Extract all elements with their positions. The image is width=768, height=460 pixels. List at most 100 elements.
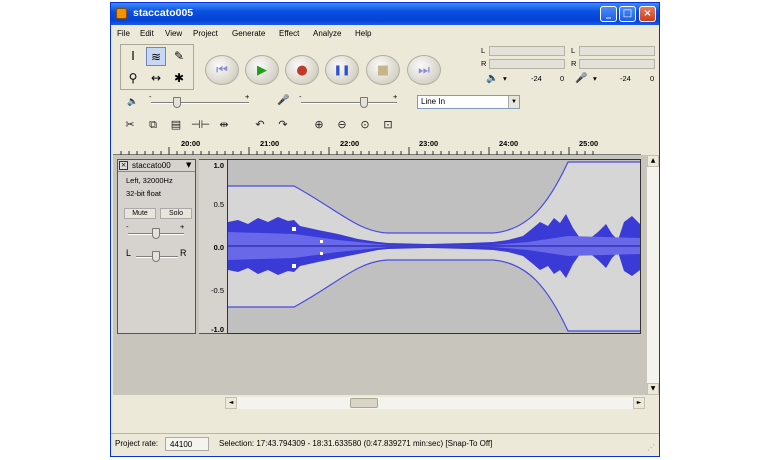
play-meter-right	[489, 59, 565, 69]
output-volume-slider[interactable]	[151, 102, 249, 104]
app-icon	[116, 8, 127, 19]
pan-left-label: L	[126, 248, 132, 258]
skip-end-icon: ⏭	[418, 63, 430, 78]
gain-slider-thumb[interactable]	[152, 228, 160, 239]
timeline-ruler[interactable]: 20:00 21:00 22:00 23:00 24:00 25:00	[113, 138, 641, 155]
output-slider-max: +	[245, 92, 250, 101]
close-button[interactable]: ×	[639, 6, 656, 22]
timeshift-tool-icon[interactable]: ↔	[146, 69, 166, 88]
amp-label-0: 0.0	[213, 243, 224, 252]
track-name[interactable]: staccato00	[132, 161, 171, 170]
pause-icon: ❚❚	[333, 65, 351, 76]
solo-button[interactable]: Solo	[160, 208, 192, 219]
copy-icon[interactable]: ⧉	[144, 116, 162, 133]
draw-tool-icon[interactable]: ✎	[169, 47, 189, 66]
project-rate-field[interactable]: 44100	[165, 437, 209, 451]
gain-minus-label: -	[126, 222, 129, 231]
rec-scale-0: 0	[650, 74, 655, 83]
fit-project-icon[interactable]: ⊡	[379, 116, 397, 133]
skip-end-button[interactable]: ⏭	[407, 55, 441, 85]
scroll-up-button[interactable]: ▲	[647, 155, 659, 167]
ruler-label-2000: 20:00	[181, 139, 201, 148]
input-source-select[interactable]: Line In ▼	[417, 95, 520, 109]
play-scale-24: -24	[531, 74, 542, 83]
menu-file[interactable]: File	[117, 29, 130, 38]
record-icon: ●	[296, 63, 308, 78]
amp-label-1: 1.0	[213, 161, 224, 170]
input-volume-slider[interactable]	[301, 102, 397, 104]
stop-icon: ■	[376, 63, 390, 78]
record-button[interactable]: ●	[285, 55, 319, 85]
amp-label-neg05: -0.5	[211, 286, 224, 295]
pan-slider-thumb[interactable]	[152, 251, 160, 262]
paste-icon[interactable]: ▤	[167, 116, 185, 133]
minimize-button[interactable]: _	[600, 6, 617, 22]
play-button[interactable]: ▶	[245, 55, 279, 85]
envelope-point	[320, 240, 323, 243]
track-control-panel: × staccato00 ▼ Left, 32000Hz 32-bit floa…	[117, 159, 196, 334]
waveform-display[interactable]	[227, 159, 641, 334]
pause-button[interactable]: ❚❚	[325, 55, 359, 85]
menu-edit[interactable]: Edit	[140, 29, 154, 38]
selection-tool-icon[interactable]: I	[123, 47, 143, 66]
project-rate-label: Project rate:	[115, 439, 159, 448]
rec-meter-menu-icon[interactable]: ▾	[593, 74, 597, 83]
input-volume-thumb[interactable]	[360, 97, 368, 108]
scroll-right-button[interactable]: ►	[633, 397, 645, 409]
menu-view[interactable]: View	[165, 29, 182, 38]
output-volume-thumb[interactable]	[173, 97, 181, 108]
input-slider-max: +	[393, 92, 398, 101]
horizontal-scroll-thumb[interactable]	[350, 398, 378, 408]
rec-meter-right	[579, 59, 655, 69]
multi-tool-icon[interactable]: ✱	[169, 69, 189, 88]
play-scale-0: 0	[560, 74, 565, 83]
title-bar[interactable]: staccato005 _ □ ×	[111, 3, 659, 25]
stop-button[interactable]: ■	[366, 55, 400, 85]
track-area: × staccato00 ▼ Left, 32000Hz 32-bit floa…	[113, 155, 647, 395]
fit-selection-icon[interactable]: ⊙	[356, 116, 374, 133]
zoom-out-icon[interactable]: ⊖	[333, 116, 351, 133]
microphone-icon: 🎤	[575, 73, 588, 84]
skip-start-icon: ⏮	[216, 63, 228, 78]
track-format-info: Left, 32000Hz	[126, 176, 173, 185]
waveform-svg	[228, 161, 640, 332]
speaker-icon: 🔈	[486, 73, 499, 84]
mute-button[interactable]: Mute	[124, 208, 156, 219]
rec-meter-r-label: R	[571, 59, 577, 68]
rec-scale-24: -24	[620, 74, 631, 83]
menu-generate[interactable]: Generate	[232, 29, 265, 38]
silence-icon[interactable]: ⇹	[215, 116, 233, 133]
track-name-bar[interactable]: × staccato00 ▼	[118, 160, 195, 172]
menu-help[interactable]: Help	[355, 29, 371, 38]
output-slider-min: -	[149, 92, 152, 101]
trim-icon[interactable]: ⊣⊢	[191, 116, 210, 133]
menu-effect[interactable]: Effect	[279, 29, 299, 38]
vertical-scrollbar[interactable]: ▲ ▼	[647, 155, 659, 395]
input-source-value: Line In	[421, 97, 446, 106]
horizontal-scrollbar[interactable]: ◄ ►	[225, 397, 645, 409]
track-menu-icon[interactable]: ▼	[186, 161, 191, 169]
zoom-in-icon[interactable]: ⊕	[310, 116, 328, 133]
ruler-label-2200: 22:00	[340, 139, 360, 148]
output-volume-icon: 🔈	[127, 96, 139, 106]
amplitude-ruler: 1.0 0.5 0.0 -0.5 -1.0	[199, 159, 227, 334]
menu-project[interactable]: Project	[193, 29, 218, 38]
track-close-button[interactable]: ×	[119, 161, 128, 170]
redo-icon[interactable]: ↷	[274, 116, 292, 133]
maximize-button[interactable]: □	[619, 6, 636, 22]
play-meter-menu-icon[interactable]: ▾	[503, 74, 507, 83]
cut-icon[interactable]: ✂	[121, 116, 139, 133]
resize-grip-icon[interactable]: ⋰	[647, 443, 657, 453]
menu-analyze[interactable]: Analyze	[313, 29, 341, 38]
scroll-down-button[interactable]: ▼	[647, 383, 659, 395]
envelope-tool-icon[interactable]: ≋	[146, 47, 166, 66]
skip-start-button[interactable]: ⏮	[205, 55, 239, 85]
tools-toolbar: I ≋ ✎ ⚲ ↔ ✱	[120, 44, 194, 90]
rec-meter-left	[579, 46, 655, 56]
zoom-tool-icon[interactable]: ⚲	[123, 69, 143, 88]
track-bitdepth-info: 32-bit float	[126, 189, 162, 198]
undo-icon[interactable]: ↶	[251, 116, 269, 133]
scroll-left-button[interactable]: ◄	[225, 397, 237, 409]
ruler-label-2300: 23:00	[419, 139, 439, 148]
input-slider-min: -	[299, 92, 302, 101]
